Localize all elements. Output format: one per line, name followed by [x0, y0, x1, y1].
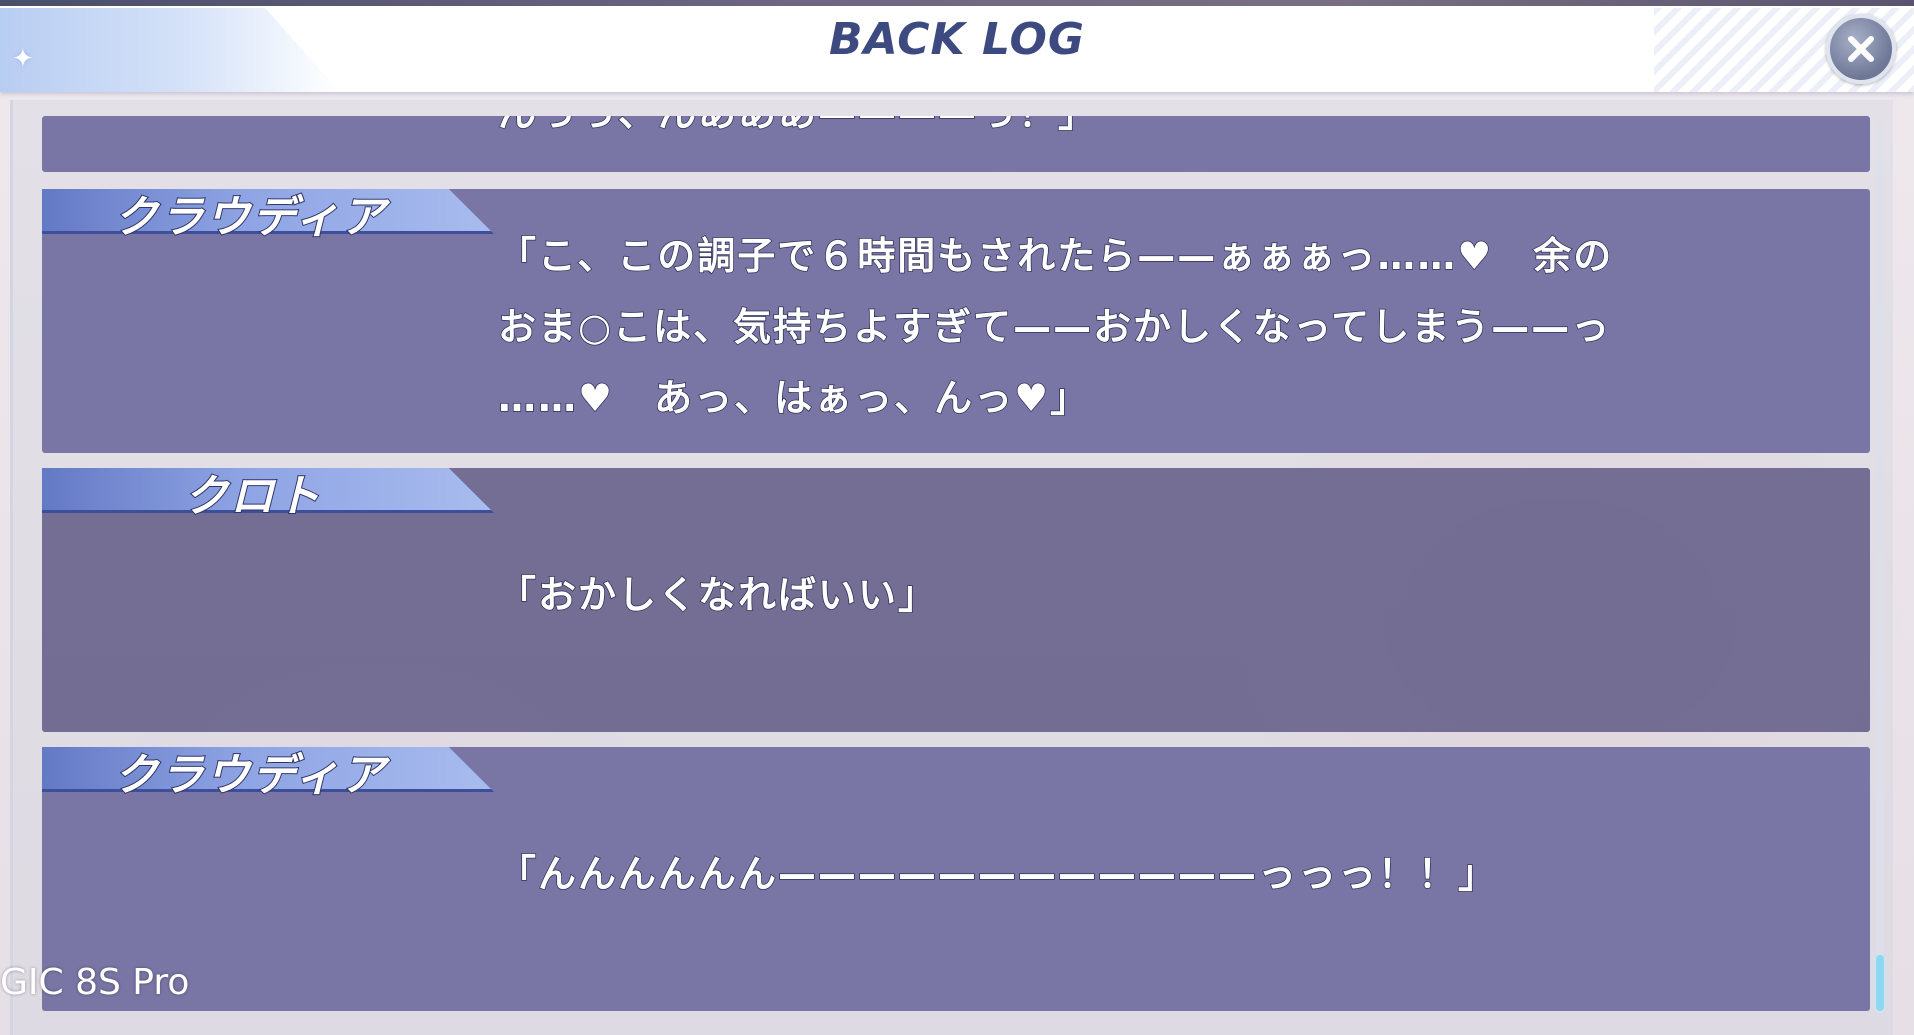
close-button[interactable]: [1826, 14, 1896, 84]
dialogue-text: 「んんんんんん————————————っっっ！！」: [497, 851, 1499, 897]
dialogue-text: 「おかしくなればいい」: [497, 572, 939, 618]
log-entry[interactable]: クロト 「おかしくなればいい」: [42, 468, 1870, 732]
scrollbar-track[interactable]: [1876, 122, 1884, 1014]
log-entry-partial[interactable]: んっっ、んあああ————っ！」: [42, 116, 1870, 172]
log-entry[interactable]: クラウディア 「こ、この調子で６時間もされたら——ぁぁぁっ……♥ 余の おま○こ…: [42, 189, 1870, 453]
speaker-name: クラウディア: [113, 749, 387, 802]
dialogue-text: んっっ、んあああ————っ！」: [497, 116, 1098, 149]
close-icon: [1848, 36, 1874, 62]
speaker-name: クラウディア: [113, 191, 387, 244]
dialogue-text: 「こ、この調子で６時間もされたら——ぁぁぁっ……♥ 余の おま○こは、気持ちよす…: [497, 233, 1614, 421]
page-title: BACK LOG: [829, 14, 1085, 65]
speaker-name: クロト: [183, 470, 322, 523]
device-watermark: GIC 8S Pro: [0, 962, 190, 1003]
log-entry[interactable]: クラウディア 「んんんんんん————————————っっっ！！」: [42, 747, 1870, 1011]
scrollbar-thumb[interactable]: [1876, 955, 1884, 1011]
